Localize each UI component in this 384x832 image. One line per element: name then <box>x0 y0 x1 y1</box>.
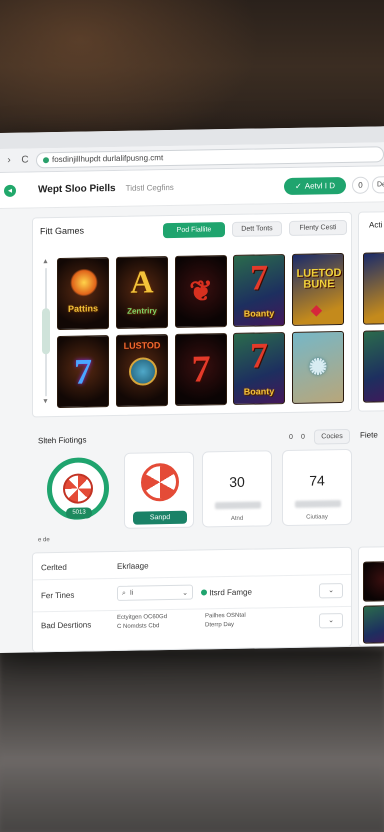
stat-label-3: Atnd <box>230 515 244 522</box>
stats-control-2[interactable]: 0 <box>298 430 308 445</box>
scroll-down-icon[interactable]: ▼ <box>42 398 49 405</box>
forward-arrow-icon[interactable]: › <box>4 155 14 166</box>
checkbox-row[interactable]: Itsrd Famge <box>201 588 252 598</box>
game-tile-4[interactable]: 7 Boanty <box>233 254 285 327</box>
page-subtitle: Tidstl Cegfins <box>125 182 174 193</box>
spin-wheel-icon <box>141 462 179 502</box>
side-settings-panel <box>358 546 384 647</box>
list-item-1a: Ectyitgen OC60Gd <box>117 614 168 621</box>
game-tile-6[interactable]: 7 <box>57 335 109 409</box>
stat-value-3: 30 <box>229 473 245 490</box>
lucky-seven-icon: 7 <box>250 257 268 298</box>
primary-action-button[interactable]: ✓ Aetvl I D <box>284 176 346 196</box>
filter-tab-2[interactable]: Dett Tonts <box>232 221 282 237</box>
sun-icon <box>70 268 98 297</box>
wheel-badge: 5013 <box>66 507 92 519</box>
stat-card-3: 30 Atnd <box>202 450 272 528</box>
column-header-1: Cerlted <box>41 562 67 573</box>
stats-section: Slteh Fiotings 0 0 Cocies 5013 Sanpd 30 … <box>32 427 352 545</box>
game-tile-1[interactable]: Pattins <box>57 257 109 331</box>
stats-cookies-button[interactable]: Cocies <box>314 428 350 445</box>
game-tile-2[interactable]: A Zentriry <box>116 256 168 329</box>
row-label-1: Fer Tines <box>41 590 75 601</box>
search-input[interactable]: ⌕ Ii ⌄ <box>117 584 193 601</box>
red-seven-icon: 7 <box>191 348 211 391</box>
side-stats-title: Fiete <box>360 430 378 440</box>
game-tile-8[interactable]: 7 <box>175 333 227 406</box>
list-item-1b: C Nomdsts Cbd <box>117 623 160 630</box>
reload-icon[interactable]: C <box>20 154 30 166</box>
side-panel: Acti <box>358 211 384 412</box>
url-text: fosdinjillhupdt durlalifpusng.cmt <box>52 153 164 165</box>
dropdown-1[interactable]: ⌄ <box>319 583 343 599</box>
games-title: Fitt Games <box>40 225 85 237</box>
side-tile-1[interactable] <box>363 251 384 325</box>
stat-card-wheel[interactable]: 5013 <box>40 453 110 530</box>
progress-ring: 5013 <box>47 457 109 521</box>
letter-a-icon: A <box>130 263 154 300</box>
stats-title: Slteh Fiotings <box>38 435 87 446</box>
check-icon: ✓ <box>295 181 302 191</box>
gem-icon: ◆ <box>311 301 322 318</box>
game-tile-5[interactable]: LUETOD BUNE ◆ <box>292 252 344 326</box>
logo-icon[interactable]: ◂ <box>4 184 16 197</box>
checkbox-icon[interactable] <box>201 589 207 596</box>
stat-label-4: Ciutiaay <box>306 514 328 521</box>
stat-card-4: 74 Ciutiaay <box>282 448 352 527</box>
game-tile-9[interactable]: 7 Boanty <box>233 332 285 405</box>
filter-tab-1[interactable]: Pod Fiallite <box>163 222 225 239</box>
spin-button[interactable]: Sanpd <box>133 510 187 525</box>
secure-icon <box>43 156 49 163</box>
settings-panel: Cerlted Ekrlaage Fer Tines ⌕ Ii ⌄ Itsrd … <box>32 546 352 653</box>
crystal-icon: ✺ <box>308 354 328 380</box>
dropdown-2[interactable]: ⌄ <box>319 613 343 629</box>
stats-control-1[interactable]: 0 <box>286 430 296 445</box>
row-label-2: Bad Desrtions <box>41 620 92 631</box>
app-header: ◂ Wept Sloo Piells Tidstl Cegfins ✓ Aetv… <box>0 166 384 209</box>
page-title: Wept Sloo Piells <box>38 182 116 196</box>
browser-window: › C fosdinjillhupdt durlalifpusng.cmt ◂ … <box>0 126 384 654</box>
wheel-icon <box>63 473 93 504</box>
games-panel: Fitt Games Pod Fiallite Dett Tonts Flent… <box>32 211 352 418</box>
side-filter-label[interactable]: Acti <box>369 220 382 229</box>
stats-footnote: e de <box>38 537 50 544</box>
chevron-down-icon: ⌄ <box>182 589 188 597</box>
lucky-seven-icon: 7 <box>250 335 268 376</box>
stat-card-spin[interactable]: Sanpd <box>124 451 194 529</box>
stat-value-4: 74 <box>309 472 325 489</box>
games-scrollbar[interactable]: ▲ ▼ <box>42 258 50 408</box>
url-field[interactable]: fosdinjillhupdt durlalifpusng.cmt <box>36 145 384 168</box>
search-icon: ⌕ <box>122 589 126 597</box>
filter-tab-3[interactable]: Flenty Cesti <box>289 219 347 236</box>
side-tile-3[interactable] <box>363 560 384 602</box>
game-tile-3[interactable]: ❦ <box>175 255 227 328</box>
game-tile-10[interactable]: ✺ <box>292 330 344 404</box>
list-item-2a: Pailhes OSNtal <box>205 612 246 620</box>
scroll-thumb[interactable] <box>42 308 50 355</box>
side-tile-2[interactable] <box>363 329 384 403</box>
round-button[interactable]: 0 <box>352 176 369 194</box>
blue-seven-icon: 7 <box>74 351 92 392</box>
globe-icon <box>129 357 157 386</box>
side-tile-4[interactable] <box>363 604 384 644</box>
scroll-up-icon[interactable]: ▲ <box>42 258 49 265</box>
red-leaves-icon: ❦ <box>189 275 213 307</box>
game-tile-7[interactable]: LUSTOD <box>116 334 168 407</box>
edge-button[interactable]: De <box>372 176 384 194</box>
column-header-2: Ekrlaage <box>117 561 149 571</box>
list-item-2b: Dterrp Day <box>205 621 235 629</box>
